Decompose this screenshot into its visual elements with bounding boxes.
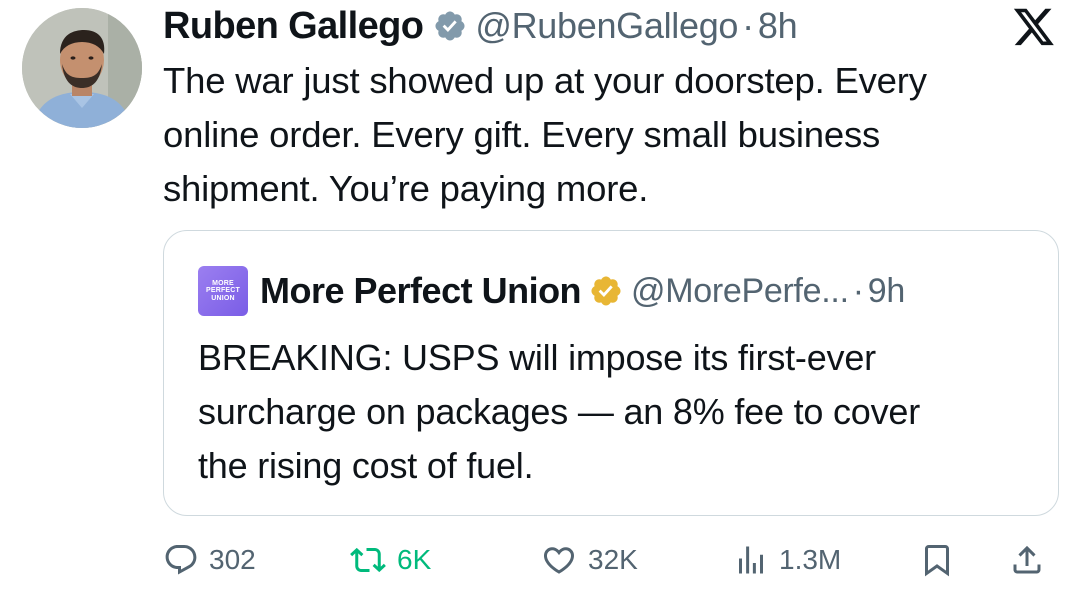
- quoted-timestamp[interactable]: 9h: [868, 272, 906, 311]
- quoted-author-avatar[interactable]: MORE PERFECT UNION: [198, 266, 248, 316]
- retweet-count: 6K: [397, 544, 432, 575]
- action-bar: 302 6K 32K 1.3M: [163, 536, 1063, 584]
- author-avatar[interactable]: [22, 8, 142, 128]
- quoted-tweet-text: BREAKING: USPS will impose its first-eve…: [198, 337, 921, 486]
- heart-icon: [540, 542, 578, 578]
- bookmark-button[interactable]: [919, 536, 955, 584]
- author-name[interactable]: Ruben Gallego: [163, 5, 424, 48]
- separator-dot: ·: [742, 5, 754, 46]
- quoted-avatar-logo-text: MORE PERFECT UNION: [205, 279, 241, 302]
- like-count: 32K: [588, 544, 638, 575]
- retweet-button[interactable]: 6K: [349, 536, 431, 584]
- verified-badge-icon: [433, 9, 467, 43]
- tweet-header: Ruben Gallego @RubenGallego · 8h: [163, 2, 798, 50]
- quoted-tweet[interactable]: MORE PERFECT UNION More Perfect Union @M…: [163, 230, 1059, 516]
- author-handle[interactable]: @RubenGallego: [475, 5, 738, 47]
- quoted-tweet-header: MORE PERFECT UNION More Perfect Union @M…: [198, 265, 905, 317]
- quoted-author-handle[interactable]: @MorePerfe...: [631, 272, 849, 311]
- tweet-timestamp[interactable]: 8h: [758, 5, 798, 47]
- quoted-author-name[interactable]: More Perfect Union: [260, 270, 582, 312]
- views-icon: [733, 542, 769, 578]
- quoted-separator-dot: ·: [852, 271, 864, 310]
- reply-count: 302: [209, 544, 256, 575]
- views-count: 1.3M: [779, 544, 842, 575]
- reply-button[interactable]: 302: [163, 536, 256, 584]
- tweet: Ruben Gallego @RubenGallego · 8h The war…: [0, 0, 1084, 593]
- share-button[interactable]: [1009, 536, 1045, 584]
- like-button[interactable]: 32K: [540, 536, 638, 584]
- x-logo-icon: [1012, 6, 1056, 46]
- share-icon: [1009, 542, 1045, 578]
- bookmark-icon: [919, 542, 955, 578]
- reply-icon: [163, 542, 199, 578]
- verified-badge-gold-icon: [589, 274, 623, 308]
- views-button[interactable]: 1.3M: [733, 536, 841, 584]
- tweet-text: The war just showed up at your doorstep.…: [163, 60, 927, 209]
- retweet-icon: [349, 542, 387, 578]
